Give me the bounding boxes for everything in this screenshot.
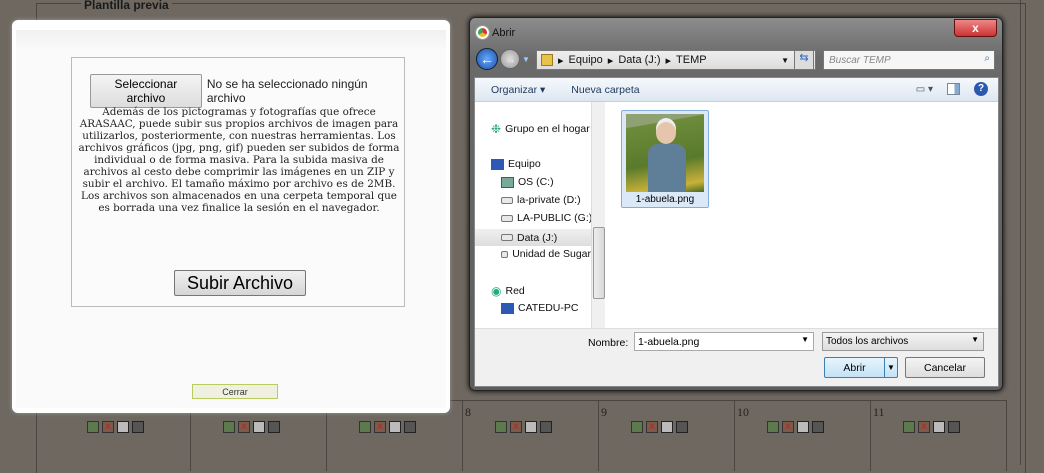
forward-arrow-icon[interactable]: → <box>500 49 520 69</box>
os-drive-icon <box>501 176 514 188</box>
close-icon[interactable]: x <box>954 19 997 37</box>
search-icon: ⌕ <box>984 53 990 64</box>
nav-homegroup[interactable]: ❉ Grupo en el hogar <box>491 122 606 136</box>
breadcrumb-item[interactable]: TEMP <box>676 54 707 66</box>
image-thumbnail <box>626 114 704 192</box>
nav-drive-j[interactable]: Data (J:) <box>475 229 591 246</box>
open-button[interactable]: Abrir ▼ <box>824 357 898 378</box>
add-image-icon[interactable] <box>903 421 915 433</box>
upload-modal: Seleccionar archivo No se ha seleccionad… <box>12 20 450 413</box>
delete-image-icon[interactable]: x <box>918 421 930 433</box>
refresh-icon[interactable]: ⇆ <box>794 50 814 70</box>
view-options-icon[interactable]: ▭ ▾ <box>916 84 933 95</box>
drive-icon <box>501 214 513 222</box>
cell-number: 9 <box>601 405 607 419</box>
file-type-select[interactable]: Todos los archivos ▼ <box>822 332 984 351</box>
upload-box: Seleccionar archivo No se ha seleccionad… <box>71 57 405 307</box>
add-image-icon[interactable] <box>495 421 507 433</box>
delete-image-icon[interactable]: x <box>238 421 250 433</box>
select-file-button[interactable]: Seleccionar archivo <box>90 74 202 108</box>
address-bar[interactable]: ▸ Equipo ▸ Data (J:) ▸ TEMP ▼ <box>536 50 816 70</box>
dialog-title: Abrir <box>492 27 516 39</box>
chevron-down-icon: ▼ <box>801 335 809 344</box>
nav-sugar-drive[interactable]: Unidad de Sugar <box>501 248 591 260</box>
copy-icon[interactable] <box>117 421 129 433</box>
delete-image-icon[interactable]: x <box>510 421 522 433</box>
paste-icon[interactable] <box>676 421 688 433</box>
no-file-text: No se ha seleccionado ningún archivo <box>206 77 368 105</box>
add-image-icon[interactable] <box>767 421 779 433</box>
paste-icon[interactable] <box>812 421 824 433</box>
drive-icon <box>501 196 513 204</box>
computer-icon <box>491 158 504 170</box>
cell-number: 11 <box>873 405 885 419</box>
homegroup-icon: ❉ <box>491 122 502 136</box>
help-icon[interactable]: ? <box>974 82 988 96</box>
scrollbar-thumb[interactable] <box>593 227 605 299</box>
cell-number: 8 <box>465 405 471 419</box>
copy-icon[interactable] <box>525 421 537 433</box>
paste-icon[interactable] <box>132 421 144 433</box>
copy-icon[interactable] <box>389 421 401 433</box>
open-file-dialog: Abrir x ← → ▼ ▸ Equipo ▸ Data (J:) ▸ TEMP ▼… <box>469 17 1003 391</box>
file-item[interactable]: 1-abuela.png <box>621 110 709 208</box>
chevron-down-icon: ▼ <box>971 335 979 344</box>
template-cell: 9x <box>599 401 735 471</box>
delete-image-icon[interactable]: x <box>374 421 386 433</box>
file-name-input[interactable]: 1-abuela.png ▼ <box>634 332 814 351</box>
template-cell: 11 x <box>871 401 1007 471</box>
navigation-pane: ❉ Grupo en el hogar Equipo OS (C:) la-pri… <box>475 102 605 328</box>
chevron-down-icon[interactable]: ▼ <box>781 56 789 65</box>
template-cell: 8x <box>463 401 599 471</box>
template-cell: 10 x <box>735 401 871 471</box>
breadcrumb-item[interactable]: Data (J:) <box>618 54 660 66</box>
chrome-icon <box>475 25 490 40</box>
upload-button[interactable]: Subir Archivo <box>174 270 306 296</box>
computer-icon <box>501 302 514 314</box>
name-label: Nombre: <box>588 337 629 349</box>
back-arrow-icon[interactable]: ← <box>476 48 498 70</box>
breadcrumb-item[interactable]: Equipo <box>569 54 603 66</box>
copy-icon[interactable] <box>933 421 945 433</box>
add-image-icon[interactable] <box>631 421 643 433</box>
cancel-button[interactable]: Cancelar <box>905 357 985 378</box>
paste-icon[interactable] <box>948 421 960 433</box>
organize-menu[interactable]: Organizar ▾ <box>491 84 545 96</box>
copy-icon[interactable] <box>797 421 809 433</box>
drive-icon <box>501 234 513 241</box>
delete-image-icon[interactable]: x <box>782 421 794 433</box>
search-input[interactable]: Buscar TEMP ⌕ <box>823 50 995 70</box>
add-image-icon[interactable] <box>87 421 99 433</box>
paste-icon[interactable] <box>540 421 552 433</box>
paste-icon[interactable] <box>404 421 416 433</box>
delete-image-icon[interactable]: x <box>102 421 114 433</box>
nav-computer[interactable]: Equipo <box>491 158 606 170</box>
chevron-down-icon: ▼ <box>884 358 897 377</box>
network-icon: ◉ <box>491 284 502 298</box>
history-dropdown-icon[interactable]: ▼ <box>522 55 530 64</box>
close-button[interactable]: Cerrar <box>192 384 278 399</box>
file-name: 1-abuela.png <box>635 194 695 205</box>
upload-description: Además de los pictogramas y fotografías … <box>78 106 400 214</box>
copy-icon[interactable] <box>253 421 265 433</box>
paste-icon[interactable] <box>268 421 280 433</box>
drive-icon <box>501 250 509 258</box>
delete-image-icon[interactable]: x <box>646 421 658 433</box>
preview-pane-icon[interactable] <box>947 83 960 95</box>
fieldset-legend: Plantilla previa <box>81 0 172 12</box>
new-folder-button[interactable]: Nueva carpeta <box>571 84 639 96</box>
add-image-icon[interactable] <box>223 421 235 433</box>
add-image-icon[interactable] <box>359 421 371 433</box>
folder-icon <box>541 54 553 66</box>
nav-scrollbar[interactable] <box>591 102 605 328</box>
copy-icon[interactable] <box>661 421 673 433</box>
nav-network[interactable]: ◉ Red <box>491 284 606 298</box>
divider <box>1020 0 1021 465</box>
cell-number: 10 <box>737 405 749 419</box>
